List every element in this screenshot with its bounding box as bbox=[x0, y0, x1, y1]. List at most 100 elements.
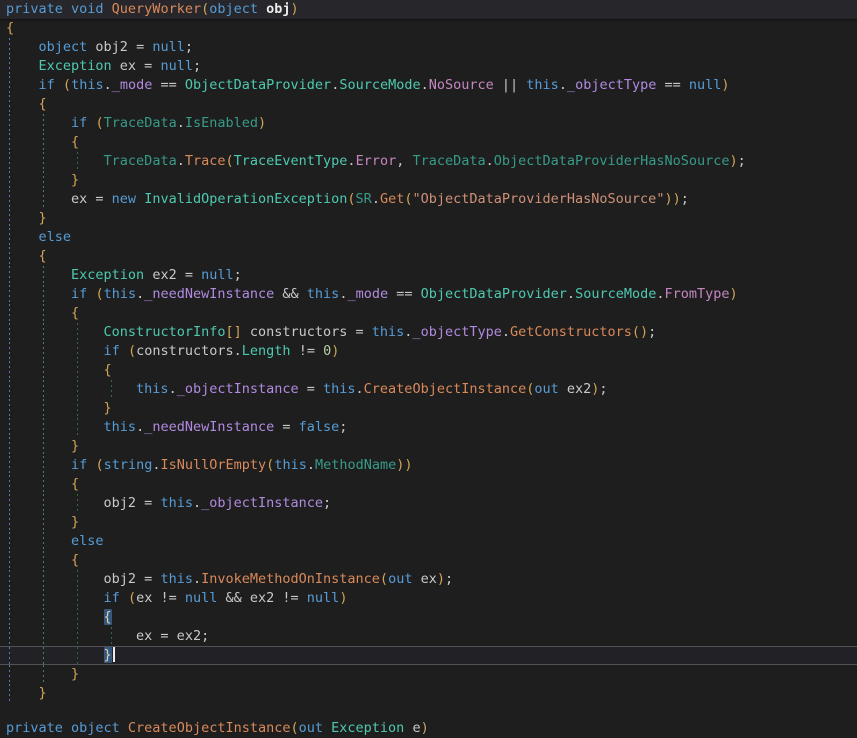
code-line[interactable]: } bbox=[0, 513, 857, 532]
code-line[interactable]: this._objectInstance = this.CreateObject… bbox=[0, 380, 857, 399]
code-line[interactable]: { bbox=[0, 247, 857, 266]
code-token: null bbox=[160, 58, 193, 74]
code-token: _needNewInstance bbox=[144, 419, 274, 435]
code-token bbox=[6, 210, 39, 226]
code-token: ; bbox=[193, 58, 201, 74]
code-token bbox=[6, 571, 104, 587]
code-token: QueryWorker bbox=[112, 1, 201, 17]
code-line[interactable]: } bbox=[0, 665, 857, 684]
code-line[interactable]: { bbox=[0, 551, 857, 570]
code-token bbox=[6, 115, 71, 131]
code-line[interactable]: obj2 = this._objectInstance; bbox=[0, 494, 857, 513]
code-line[interactable]: { bbox=[0, 133, 857, 152]
code-token: )) bbox=[664, 191, 680, 207]
code-token: ) bbox=[730, 286, 738, 302]
code-line[interactable]: if (this._needNewInstance && this._mode … bbox=[0, 285, 857, 304]
code-line[interactable]: Exception ex = null; bbox=[0, 57, 857, 76]
code-line[interactable]: } bbox=[0, 437, 857, 456]
code-token: private object bbox=[6, 720, 128, 736]
code-line[interactable]: { bbox=[0, 475, 857, 494]
code-line[interactable]: { bbox=[0, 19, 857, 38]
code-line[interactable]: Exception ex2 = null; bbox=[0, 266, 857, 285]
code-token: CreateObjectInstance bbox=[364, 381, 527, 397]
code-line[interactable]: ex = new InvalidOperationException(SR.Ge… bbox=[0, 190, 857, 209]
code-token bbox=[6, 438, 71, 454]
code-token: != bbox=[291, 343, 324, 359]
code-line[interactable]: } bbox=[0, 171, 857, 190]
code-line[interactable]: ex = ex2; bbox=[0, 627, 857, 646]
code-token: . bbox=[567, 286, 575, 302]
code-line[interactable]: } bbox=[0, 684, 857, 703]
code-token: ; bbox=[185, 39, 193, 55]
code-token bbox=[6, 172, 71, 188]
code-token: this bbox=[71, 77, 104, 93]
code-line[interactable]: private object CreateObjectInstance(out … bbox=[0, 719, 857, 738]
current-code-line[interactable]: } bbox=[0, 646, 857, 665]
code-token: e bbox=[404, 720, 420, 736]
code-token: } bbox=[39, 685, 47, 701]
code-token: () bbox=[632, 324, 648, 340]
sticky-scroll-header[interactable]: private void QueryWorker(object obj) bbox=[0, 0, 857, 19]
code-token: ( bbox=[128, 343, 136, 359]
code-token: this bbox=[372, 324, 405, 340]
code-line[interactable]: if (this._mode == ObjectDataProvider.Sou… bbox=[0, 76, 857, 95]
code-line[interactable]: TraceData.Trace(TraceEventType.Error, Tr… bbox=[0, 152, 857, 171]
code-token bbox=[6, 267, 71, 283]
code-token: private void bbox=[6, 1, 112, 17]
code-line[interactable]: { bbox=[0, 304, 857, 323]
code-token bbox=[6, 647, 104, 663]
code-token: . bbox=[234, 343, 242, 359]
code-token: . bbox=[136, 286, 144, 302]
code-token: ( bbox=[201, 1, 209, 17]
code-token: InvokeMethodOnInstance bbox=[201, 571, 380, 587]
code-token: null bbox=[689, 77, 722, 93]
code-token bbox=[6, 476, 71, 492]
code-area[interactable]: { object obj2 = null; Exception ex = nul… bbox=[0, 19, 857, 703]
code-line[interactable]: else bbox=[0, 228, 857, 247]
code-line[interactable]: if (TraceData.IsEnabled) bbox=[0, 114, 857, 133]
code-line[interactable]: if (ex != null && ex2 != null) bbox=[0, 589, 857, 608]
code-token: else bbox=[71, 533, 104, 549]
code-line[interactable]: if (constructors.Length != 0) bbox=[0, 342, 857, 361]
code-token: _objectType bbox=[412, 324, 501, 340]
code-token bbox=[6, 153, 104, 169]
code-token: _mode bbox=[112, 77, 153, 93]
code-token bbox=[6, 533, 71, 549]
code-token: ex = ex2 bbox=[136, 628, 201, 644]
code-token bbox=[6, 590, 104, 606]
code-token: null bbox=[307, 590, 340, 606]
code-token: . bbox=[136, 419, 144, 435]
text-cursor bbox=[113, 647, 115, 662]
code-token: _mode bbox=[347, 286, 388, 302]
code-token: else bbox=[39, 229, 72, 245]
code-token: _objectInstance bbox=[177, 381, 299, 397]
code-line[interactable]: else bbox=[0, 532, 857, 551]
code-token bbox=[258, 1, 266, 17]
code-token bbox=[6, 134, 71, 150]
code-token: new bbox=[112, 191, 136, 207]
code-line[interactable]: obj2 = this.InvokeMethodOnInstance(out e… bbox=[0, 570, 857, 589]
code-token: null bbox=[185, 590, 218, 606]
code-line[interactable]: ConstructorInfo[] constructors = this._o… bbox=[0, 323, 857, 342]
code-token: SR bbox=[356, 191, 372, 207]
code-line[interactable]: } bbox=[0, 209, 857, 228]
code-line[interactable]: this._needNewInstance = false; bbox=[0, 418, 857, 437]
code-token: out bbox=[534, 381, 558, 397]
code-token: { bbox=[71, 552, 79, 568]
code-line[interactable]: } bbox=[0, 399, 857, 418]
code-token: [] bbox=[225, 324, 241, 340]
code-line[interactable]: if (string.IsNullOrEmpty(this.MethodName… bbox=[0, 456, 857, 475]
code-line[interactable]: object obj2 = null; bbox=[0, 38, 857, 57]
code-line[interactable]: { bbox=[0, 608, 857, 627]
code-token: ex2 = bbox=[144, 267, 201, 283]
code-token: this bbox=[307, 286, 340, 302]
code-token: ) bbox=[331, 343, 339, 359]
code-line[interactable]: { bbox=[0, 95, 857, 114]
code-token: false bbox=[299, 419, 340, 435]
code-line[interactable]: { bbox=[0, 361, 857, 380]
code-token: == bbox=[152, 77, 185, 93]
code-token: string bbox=[104, 457, 153, 473]
code-token: _needNewInstance bbox=[144, 286, 274, 302]
code-token: this bbox=[274, 457, 307, 473]
code-token: obj2 = bbox=[104, 495, 161, 511]
